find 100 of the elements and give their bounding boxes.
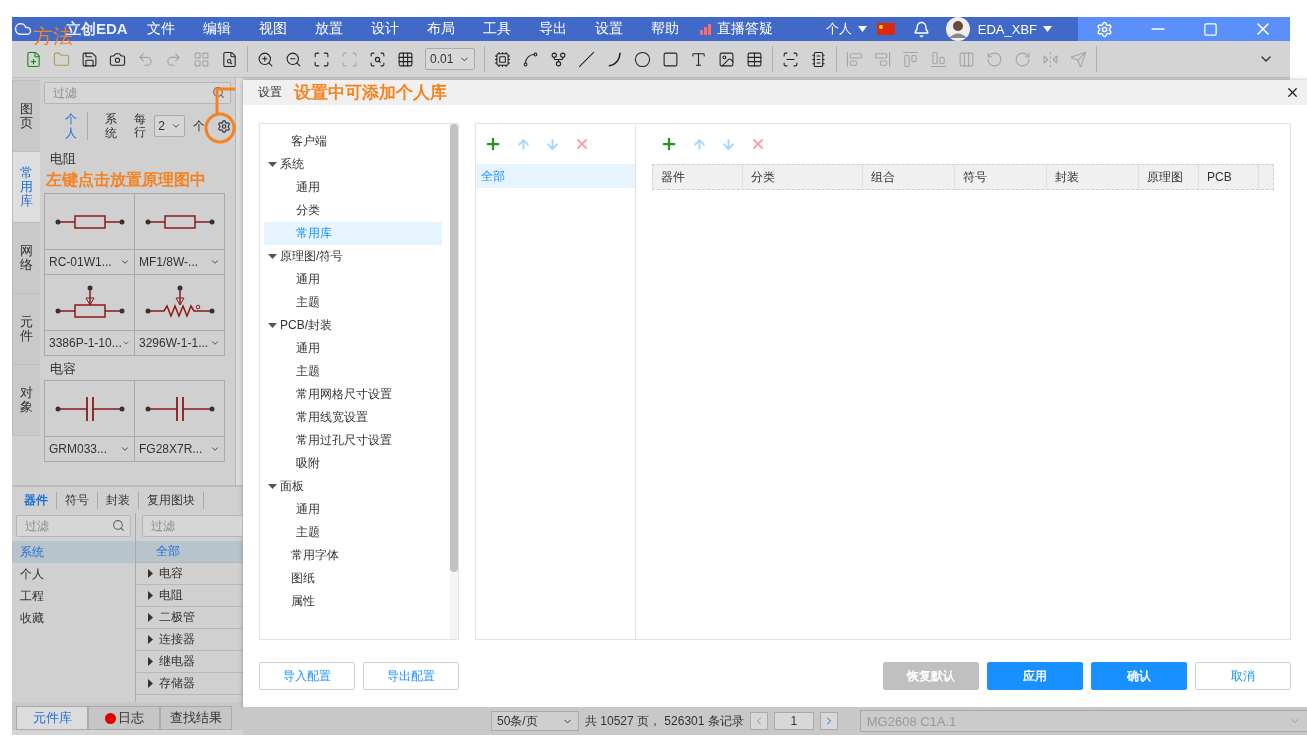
live-qa-link[interactable]: 直播答疑 <box>717 20 773 38</box>
panel-tab[interactable]: 查找结果 <box>160 706 232 730</box>
menu-item[interactable]: 编辑 <box>192 20 242 38</box>
component-card[interactable]: GRM033... <box>45 381 135 462</box>
caret-down-icon[interactable] <box>268 321 277 330</box>
tree-item[interactable]: 主题 <box>264 521 442 544</box>
caret-right-icon[interactable] <box>146 591 155 600</box>
tree-item[interactable]: 通用 <box>264 176 442 199</box>
library-tab[interactable]: 复用图块 <box>139 491 204 509</box>
component-card[interactable]: 3386P-1-10... <box>45 275 135 356</box>
tree-item[interactable]: 通用 <box>264 268 442 291</box>
caret-down-icon[interactable] <box>857 26 867 32</box>
delete-icon[interactable] <box>750 136 766 152</box>
part-select[interactable]: 3296W-1-1... <box>135 331 224 355</box>
menu-item[interactable]: 视图 <box>248 20 298 38</box>
file-search-icon[interactable] <box>221 50 238 68</box>
source-item[interactable]: 个人 <box>12 563 135 585</box>
filter-field[interactable]: 过滤 <box>16 515 131 537</box>
caret-down-icon[interactable] <box>268 252 277 261</box>
arc-icon[interactable] <box>606 50 623 68</box>
tree-item[interactable]: 常用字体 <box>264 544 442 567</box>
account-menu[interactable]: 个人 <box>825 20 852 38</box>
part-select[interactable]: FG28X7R... <box>135 437 224 461</box>
tree-item[interactable]: 属性 <box>264 590 442 613</box>
table-icon[interactable] <box>746 50 763 68</box>
caret-right-icon[interactable] <box>146 679 155 688</box>
source-item[interactable]: 收藏 <box>12 607 135 629</box>
save-icon[interactable] <box>81 50 98 68</box>
scan-search-icon[interactable] <box>369 50 386 68</box>
component-card[interactable]: RC-01W1... <box>45 194 135 275</box>
filter-field[interactable]: 过滤 <box>44 82 231 104</box>
caret-right-icon[interactable] <box>146 569 155 578</box>
tree-item[interactable]: 通用 <box>264 498 442 521</box>
tree-item[interactable]: 吸附 <box>264 452 442 475</box>
side-tab[interactable]: 网络 <box>12 222 40 294</box>
caret-down-icon[interactable] <box>1043 26 1052 32</box>
tree-item[interactable]: 客户端 <box>264 130 442 153</box>
tree-item[interactable]: 常用网格尺寸设置 <box>264 383 442 406</box>
menu-item[interactable]: 帮助 <box>640 20 690 38</box>
part-select[interactable]: RC-01W1... <box>45 250 134 274</box>
menu-item[interactable]: 工具 <box>472 20 522 38</box>
scope-tab[interactable]: 系统 <box>95 111 127 141</box>
caret-right-icon[interactable] <box>146 613 155 622</box>
rectangle-icon[interactable] <box>662 50 679 68</box>
settings-icon[interactable] <box>216 118 231 134</box>
caret-down-icon[interactable] <box>268 160 277 169</box>
part-select[interactable]: MF1/8W-... <box>135 250 224 274</box>
line-icon[interactable] <box>578 50 595 68</box>
tree-item[interactable]: 常用过孔尺寸设置 <box>264 429 442 452</box>
page-input[interactable]: 1 <box>773 712 814 730</box>
tree-item[interactable]: PCB/封装 <box>264 314 442 337</box>
circle-icon[interactable] <box>634 50 651 68</box>
branch-icon[interactable] <box>550 50 567 68</box>
folder-icon[interactable] <box>53 50 70 68</box>
source-item[interactable]: 工程 <box>12 585 135 607</box>
add-icon[interactable] <box>484 135 502 153</box>
caret-down-icon[interactable] <box>268 482 277 491</box>
component-card[interactable]: 3296W-1-1... <box>135 275 225 356</box>
side-tab[interactable]: 图页 <box>12 80 40 152</box>
image-icon[interactable] <box>718 50 735 68</box>
library-tab[interactable]: 封装 <box>98 491 139 509</box>
panel-tab[interactable]: 日志 <box>88 706 160 730</box>
chip-icon[interactable] <box>494 50 511 68</box>
component-card[interactable]: MF1/8W-... <box>135 194 225 275</box>
menu-item[interactable]: 设置 <box>584 20 634 38</box>
tree-item[interactable]: 原理图/符号 <box>264 245 442 268</box>
wire-icon[interactable] <box>522 50 539 68</box>
tree-item[interactable]: 主题 <box>264 291 442 314</box>
scrollbar-thumb[interactable] <box>450 124 458 572</box>
board-scan-icon[interactable] <box>782 50 799 68</box>
avatar-icon[interactable] <box>945 17 970 41</box>
fit-screen-icon[interactable] <box>313 50 330 68</box>
library-tab[interactable]: 符号 <box>57 491 98 509</box>
menu-item[interactable]: 放置 <box>304 20 354 38</box>
part-select[interactable]: 3386P-1-10... <box>45 331 134 355</box>
tree-item[interactable]: 通用 <box>264 337 442 360</box>
filter-field[interactable]: 过滤 <box>142 515 243 537</box>
bell-icon[interactable] <box>912 20 930 38</box>
menu-item[interactable]: 导出 <box>528 20 578 38</box>
grid-icon[interactable] <box>397 50 414 68</box>
tree-item[interactable]: 常用线宽设置 <box>264 406 442 429</box>
zoom-in-icon[interactable] <box>257 50 274 68</box>
tree-item[interactable]: 系统 <box>264 153 442 176</box>
text-icon[interactable] <box>690 50 707 68</box>
component-card[interactable]: FG28X7R... <box>135 381 225 462</box>
menu-item[interactable]: 设计 <box>360 20 410 38</box>
maximize-icon[interactable] <box>1202 21 1218 37</box>
per-row-select[interactable]: 2 <box>154 115 185 137</box>
camera-icon[interactable] <box>109 50 126 68</box>
menu-item[interactable]: 文件 <box>136 20 186 38</box>
file-plus-icon[interactable] <box>25 50 42 68</box>
delete-icon[interactable] <box>574 136 590 152</box>
panel-tab[interactable]: 元件库 <box>16 706 88 730</box>
tree-item[interactable]: 面板 <box>264 475 442 498</box>
search-icon[interactable] <box>112 519 125 532</box>
tree-item[interactable]: 图纸 <box>264 567 442 590</box>
menu-item[interactable]: 布局 <box>416 20 466 38</box>
grid-size-select[interactable]: 0.01 <box>425 48 475 70</box>
search-icon[interactable] <box>212 86 225 99</box>
caret-right-icon[interactable] <box>146 657 155 666</box>
